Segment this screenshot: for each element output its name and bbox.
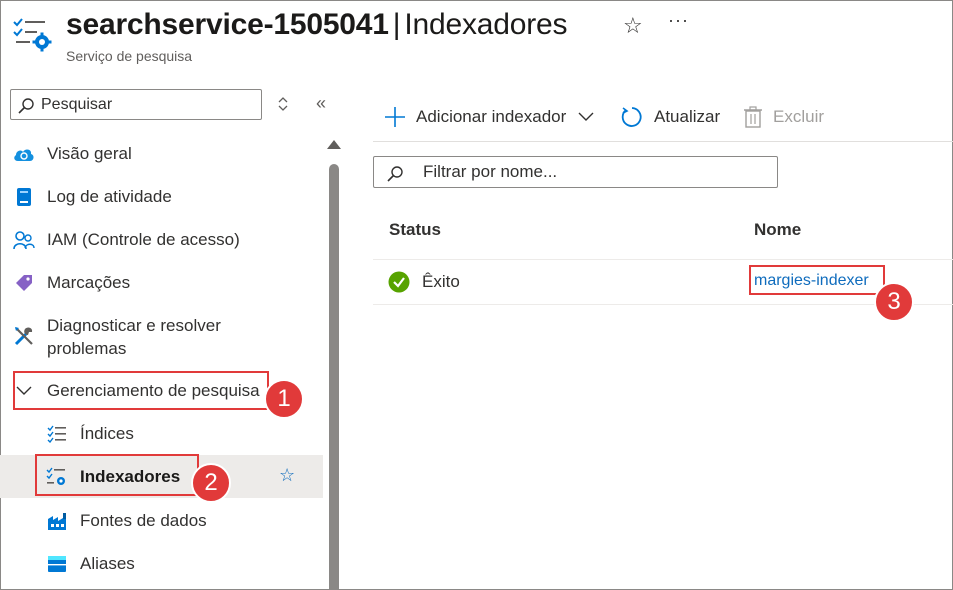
sidebar-item-label: Índices <box>80 424 134 443</box>
add-indexer-label: Adicionar indexador <box>416 107 567 126</box>
sidebar-item-data-sources[interactable]: Fontes de dados <box>0 509 323 533</box>
status-cell: Êxito <box>388 271 460 293</box>
add-indexer-button[interactable]: Adicionar indexador <box>384 103 594 131</box>
ellipsis-icon[interactable]: ··· <box>668 10 689 31</box>
command-bar-divider <box>373 141 953 142</box>
favorite-star-icon[interactable]: ☆ <box>279 465 295 486</box>
wrench-icon <box>12 324 36 348</box>
refresh-label: Atualizar <box>654 107 721 126</box>
callout-badge-3: 3 <box>874 282 914 322</box>
scroll-up-arrow-icon[interactable] <box>327 140 341 149</box>
sidebar-item-label: Fontes de dados <box>80 511 207 530</box>
sidebar-item-diagnose[interactable]: Diagnosticar e resolver problemas <box>0 314 323 360</box>
checklist-icon <box>45 422 69 446</box>
search-service-indexer-icon <box>13 18 52 52</box>
page-title: searchservice-1505041 | Indexadores <box>66 8 567 42</box>
page-subtitle: Serviço de pesquisa <box>66 48 193 64</box>
table-row-divider <box>373 304 953 305</box>
sidebar-scrollbar[interactable] <box>327 138 341 590</box>
title-separator: | <box>392 8 401 41</box>
overview-cloud-icon <box>12 142 36 166</box>
callout-highlight-indexer-link <box>749 265 885 295</box>
success-check-icon <box>388 271 410 293</box>
scroll-thumb[interactable] <box>329 164 339 590</box>
sidebar-item-label: Marcações <box>47 273 131 292</box>
chevron-down-icon <box>578 112 594 121</box>
sidebar-item-label: Visão geral <box>47 144 132 163</box>
tag-icon <box>12 271 36 295</box>
delete-label: Excluir <box>773 107 825 126</box>
sidebar-item-label: Log de atividade <box>47 187 172 206</box>
sort-toggle-icon[interactable] <box>276 94 290 114</box>
sidebar-search-input[interactable] <box>41 94 256 116</box>
sidebar-item-activity-log[interactable]: Log de atividade <box>0 185 323 209</box>
sidebar-item-overview[interactable]: Visão geral <box>0 142 323 166</box>
delete-button[interactable]: Excluir <box>743 103 824 131</box>
callout-badge-1: 1 <box>264 379 304 419</box>
sidebar-item-label: Diagnosticar e resolver problemas <box>47 316 221 358</box>
sidebar-item-iam[interactable]: IAM (Controle de acesso) <box>0 228 323 252</box>
filter-box[interactable] <box>373 156 778 188</box>
data-source-factory-icon <box>45 509 69 533</box>
callout-highlight-indexers <box>35 454 199 496</box>
sidebar-item-label: Aliases <box>80 554 135 573</box>
refresh-icon <box>621 107 642 127</box>
search-icon <box>387 166 403 182</box>
sidebar-item-tags[interactable]: Marcações <box>0 271 323 295</box>
refresh-button[interactable]: Atualizar <box>620 103 720 131</box>
sidebar-item-aliases[interactable]: Aliases <box>0 552 323 576</box>
sidebar-search-box[interactable] <box>10 89 262 120</box>
search-icon <box>18 98 34 114</box>
iam-people-icon <box>12 228 36 252</box>
aliases-icon <box>45 552 69 576</box>
page-name: Indexadores <box>404 8 568 41</box>
column-header-status[interactable]: Status <box>389 220 441 240</box>
filter-by-name-input[interactable] <box>423 161 768 183</box>
callout-badge-2: 2 <box>191 463 231 503</box>
sidebar-item-label: IAM (Controle de acesso) <box>47 230 240 249</box>
sidebar-item-indexes[interactable]: Índices <box>0 422 323 446</box>
column-header-name[interactable]: Nome <box>754 220 801 240</box>
service-name: searchservice-1505041 <box>66 8 389 41</box>
favorite-star-icon[interactable]: ☆ <box>623 13 643 39</box>
plus-icon <box>385 107 405 127</box>
status-text: Êxito <box>422 272 460 291</box>
header-divider <box>373 259 953 260</box>
callout-highlight-search-management <box>13 371 269 410</box>
collapse-sidebar-button[interactable]: « <box>316 93 326 114</box>
activity-log-icon <box>12 185 36 209</box>
trash-icon <box>744 106 762 128</box>
